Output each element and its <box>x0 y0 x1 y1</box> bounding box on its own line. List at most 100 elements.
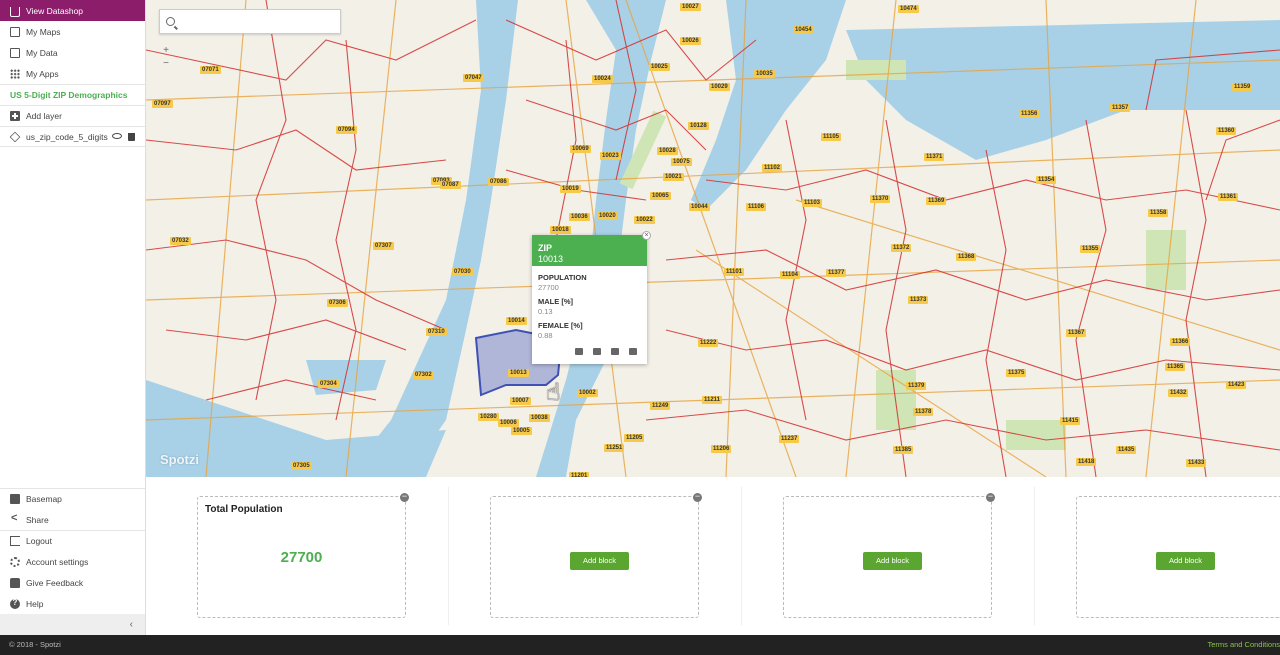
zip-label: 11357 <box>1110 104 1131 112</box>
zip-label: 10023 <box>600 152 621 160</box>
search-icon <box>166 17 175 26</box>
zip-label: 07087 <box>440 181 461 189</box>
popup-actions <box>575 348 637 355</box>
help-icon <box>10 598 20 609</box>
zip-label: 11379 <box>906 382 927 390</box>
sidebar-item-help[interactable]: Help <box>0 593 145 614</box>
zip-label: 10038 <box>529 414 550 422</box>
zip-label: 11375 <box>1006 369 1027 377</box>
field-value: 0.88 <box>538 331 553 340</box>
close-icon[interactable]: × <box>642 231 651 240</box>
zip-label: 11103 <box>802 199 823 207</box>
zip-label: 11249 <box>650 402 671 410</box>
zip-label: 10128 <box>688 122 709 130</box>
remove-block-button[interactable]: − <box>693 492 702 502</box>
add-block-button[interactable]: Add block <box>570 552 629 570</box>
zip-label: 11370 <box>870 195 891 203</box>
zoom-in-button[interactable]: + <box>160 44 172 57</box>
map-icon[interactable] <box>611 348 619 355</box>
sidebar-item-my-apps[interactable]: My Apps <box>0 63 145 84</box>
trash-icon[interactable] <box>128 132 135 141</box>
sidebar-item-my-maps[interactable]: My Maps <box>0 21 145 42</box>
field-value: 0.13 <box>538 307 553 316</box>
zip-label: 10029 <box>709 83 730 91</box>
add-layer-label: Add layer <box>26 111 62 121</box>
zip-label: 10022 <box>634 216 655 224</box>
zip-label: 10044 <box>689 203 710 211</box>
dashboard-block: Add block <box>1076 496 1280 618</box>
zip-label: 11366 <box>1170 338 1191 346</box>
map-basemap <box>146 0 1280 477</box>
add-layer-button[interactable]: Add layer <box>0 105 145 126</box>
zip-label: 10007 <box>510 397 531 405</box>
zip-label: 10065 <box>650 192 671 200</box>
trash-icon[interactable] <box>629 348 637 355</box>
copyright: © 2018 - Spotzi <box>9 640 61 649</box>
zip-label: 11377 <box>826 269 847 277</box>
sidebar-item-basemap[interactable]: Basemap <box>0 488 145 509</box>
zip-label: 07310 <box>426 328 447 336</box>
zip-label: 11106 <box>746 203 767 211</box>
map-search[interactable] <box>159 9 341 34</box>
zip-label: 10020 <box>597 212 618 220</box>
zip-label: 11104 <box>780 271 801 279</box>
zip-label: 11361 <box>1218 193 1239 201</box>
divider <box>1034 487 1035 625</box>
zip-label: 11359 <box>1232 83 1253 91</box>
sidebar-item-share[interactable]: Share <box>0 509 145 530</box>
zip-label: 11237 <box>779 435 800 443</box>
map-watermark: Spotzi <box>160 452 199 467</box>
sidebar-item-give-feedback[interactable]: Give Feedback <box>0 572 145 593</box>
sidebar-item-label: Account settings <box>26 556 89 567</box>
zip-label: 11378 <box>913 408 934 416</box>
field-value: 27700 <box>538 283 559 292</box>
zip-label: 07094 <box>336 126 357 134</box>
sidebar-item-view-datashop[interactable]: View Datashop <box>0 0 145 21</box>
dashboard-block: − Add block <box>783 492 995 618</box>
sidebar-item-logout[interactable]: Logout <box>0 530 145 551</box>
sidebar-item-my-data[interactable]: My Data <box>0 42 145 63</box>
sidebar-item-label: View Datashop <box>26 5 84 16</box>
zip-label: 07086 <box>488 178 509 186</box>
divider <box>448 487 449 625</box>
sidebar-item-label: My Apps <box>26 68 59 79</box>
zip-label: 10280 <box>478 413 499 421</box>
zip-label: 11367 <box>1066 329 1087 337</box>
table-icon[interactable] <box>575 348 583 355</box>
layer-item[interactable]: us_zip_code_5_digits <box>0 126 145 147</box>
edit-icon[interactable] <box>593 348 601 355</box>
add-block-button[interactable]: Add block <box>1156 552 1215 570</box>
zip-label: 11211 <box>702 396 723 404</box>
maps-icon <box>10 26 20 37</box>
zip-label: 10019 <box>560 185 581 193</box>
zip-label: 11206 <box>711 445 732 453</box>
zip-label: 07071 <box>200 66 221 74</box>
zoom-out-button[interactable]: − <box>160 57 172 70</box>
zip-label: 10006 <box>498 419 519 427</box>
zip-label: 11102 <box>762 164 783 172</box>
remove-block-button[interactable]: − <box>400 492 409 502</box>
sidebar-item-account-settings[interactable]: Account settings <box>0 551 145 572</box>
terms-link[interactable]: Terms and Conditions <box>1207 635 1280 655</box>
zip-label: 07305 <box>291 462 312 470</box>
search-input[interactable] <box>181 16 331 27</box>
map-canvas[interactable]: 10027 10474 10454 10026 10029 10025 1003… <box>146 0 1280 477</box>
share-icon <box>10 512 20 525</box>
map-title: US 5-Digit ZIP Demographics <box>0 84 145 105</box>
add-block-button[interactable]: Add block <box>863 552 922 570</box>
data-icon <box>10 47 20 58</box>
gear-icon <box>10 556 20 567</box>
divider <box>741 487 742 625</box>
sidebar-item-label: My Maps <box>26 26 61 37</box>
remove-block-button[interactable]: − <box>986 492 995 502</box>
zip-label: 10069 <box>570 145 591 153</box>
zip-label: 10002 <box>577 389 598 397</box>
block-value: 27700 <box>280 549 323 566</box>
zip-label: 07030 <box>452 268 473 276</box>
visibility-icon[interactable] <box>112 132 122 139</box>
sidebar-collapse-button[interactable]: ‹ <box>0 614 145 635</box>
popup-header-label: ZIP <box>538 243 553 253</box>
zip-label: 07047 <box>463 74 484 82</box>
zip-label: 11415 <box>1060 417 1081 425</box>
zip-label: 11373 <box>908 296 929 304</box>
